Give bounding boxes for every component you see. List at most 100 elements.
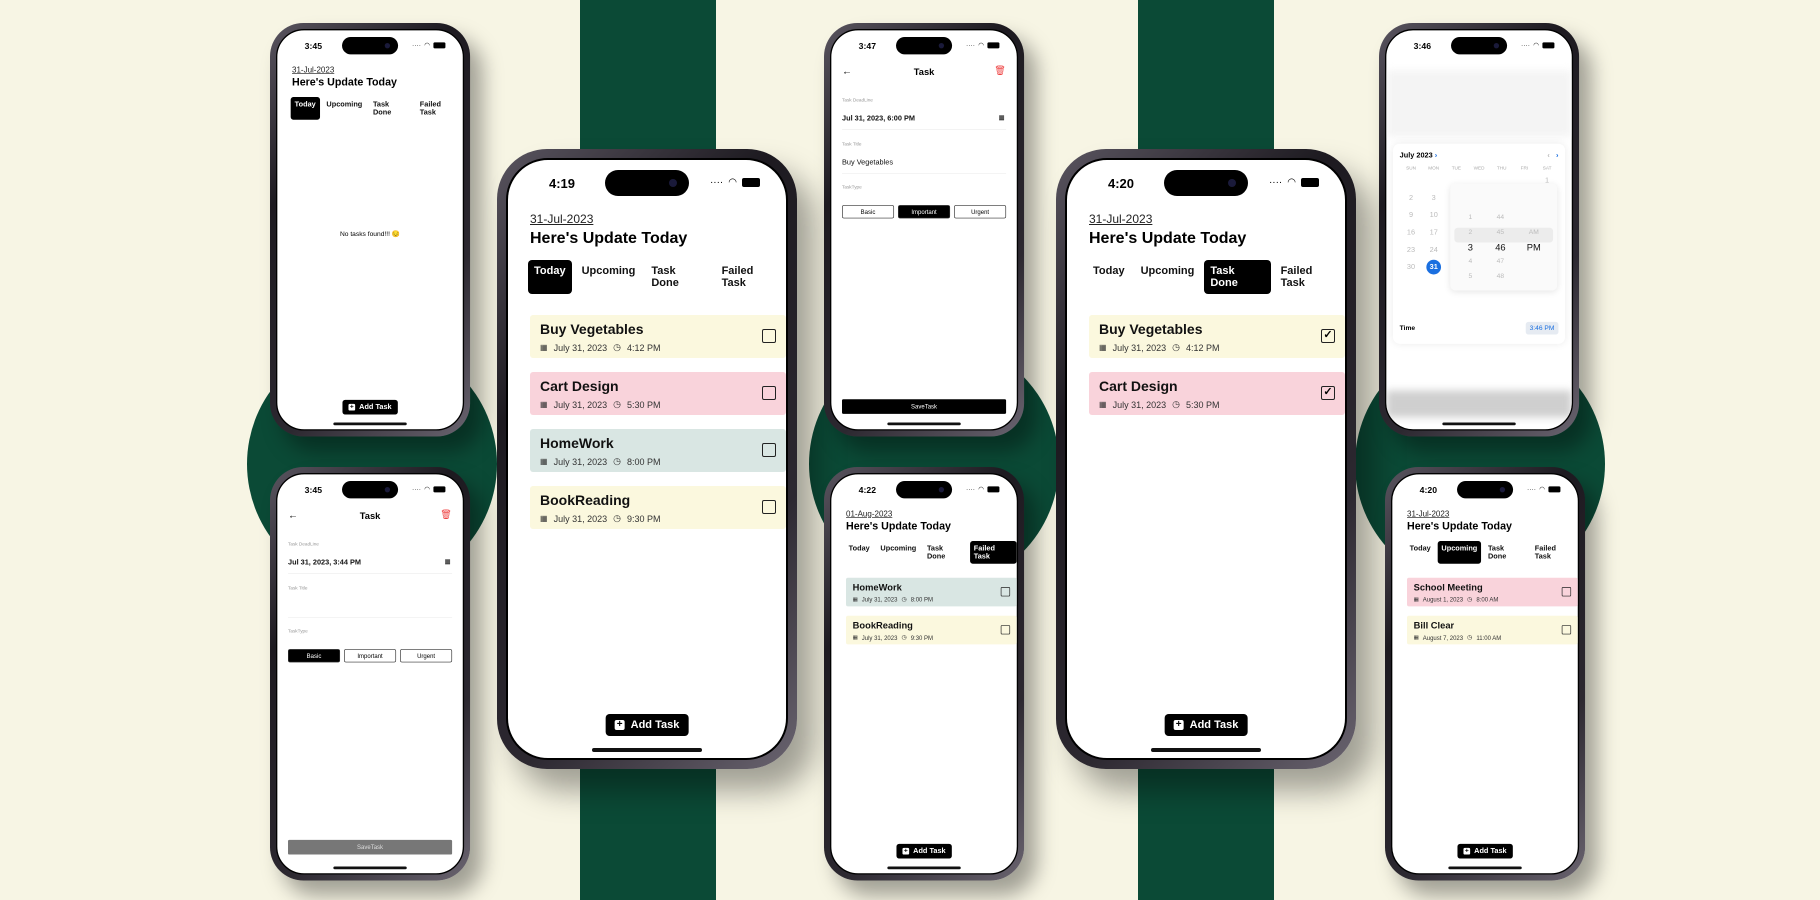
- task-card[interactable]: Cart Design ▦ July 31, 2023 ◷ 5:30 PM ✓: [1089, 372, 1345, 415]
- type-important-button[interactable]: Important: [344, 649, 397, 663]
- tab-upcoming[interactable]: Upcoming: [876, 541, 920, 564]
- task-checkbox[interactable]: [1561, 587, 1572, 597]
- current-date: 01-Aug-2023: [846, 509, 893, 519]
- tab-today[interactable]: Today: [1406, 541, 1435, 564]
- add-task-button[interactable]: + Add Task: [896, 843, 952, 859]
- task-type-label: TaskType: [288, 629, 308, 634]
- tab-today[interactable]: Today: [845, 541, 874, 564]
- task-card[interactable]: BookReading ▦ July 31, 2023 ◷ 9:30 PM: [530, 486, 786, 529]
- divider: [842, 173, 1007, 174]
- tab-today[interactable]: Today: [1087, 260, 1131, 294]
- add-task-button[interactable]: + Add Task: [605, 714, 689, 736]
- add-task-button[interactable]: + Add Task: [342, 399, 398, 415]
- task-date: July 31, 2023: [553, 456, 608, 467]
- time-picker-wheel[interactable]: 1 2 3 4 5 44 45 46 47 48 AM PM: [1450, 183, 1558, 291]
- add-task-button[interactable]: + Add Task: [1164, 714, 1248, 736]
- month-selector[interactable]: July 2023 ›: [1400, 152, 1438, 160]
- signal-icon: ····: [1527, 485, 1536, 494]
- task-checkbox[interactable]: ✓: [1321, 329, 1335, 343]
- tab-bar: Today Upcoming Task Done Failed Task: [1406, 541, 1578, 564]
- deadline-field[interactable]: Jul 31, 2023, 3:44 PM: [288, 558, 361, 566]
- task-date: July 31, 2023: [553, 513, 608, 524]
- day-cell[interactable]: 30: [1400, 263, 1423, 274]
- tab-task-done[interactable]: Task Done: [1204, 260, 1271, 294]
- tab-failed-task[interactable]: Failed Task: [416, 97, 463, 120]
- tab-upcoming[interactable]: Upcoming: [1135, 260, 1201, 294]
- add-task-button[interactable]: + Add Task: [1457, 843, 1513, 859]
- picker-value: 3: [1467, 241, 1473, 253]
- save-task-button[interactable]: SaveTask: [842, 399, 1007, 414]
- day-cell[interactable]: 23: [1400, 246, 1423, 254]
- weekday: MON: [1428, 166, 1440, 172]
- tab-upcoming[interactable]: Upcoming: [322, 97, 366, 120]
- tab-task-done[interactable]: Task Done: [645, 260, 711, 294]
- picker-column-hours[interactable]: 1 2 3 4 5: [1457, 210, 1484, 283]
- status-icons: ···· ◠: [966, 486, 1000, 493]
- calendar-icon[interactable]: ▦: [444, 558, 450, 565]
- task-title-input[interactable]: Buy Vegetables: [842, 158, 909, 167]
- task-checkbox[interactable]: [1000, 587, 1011, 597]
- day-cell[interactable]: 2: [1400, 194, 1423, 202]
- task-checkbox[interactable]: [762, 500, 776, 514]
- task-card[interactable]: HomeWork ▦ July 31, 2023 ◷ 8:00 PM: [846, 577, 1017, 607]
- type-important-button[interactable]: Important: [898, 205, 951, 219]
- signal-icon: ····: [412, 485, 421, 494]
- tab-failed-task[interactable]: Failed Task: [1275, 260, 1345, 294]
- type-basic-button[interactable]: Basic: [842, 205, 895, 219]
- task-card[interactable]: School Meeting ▦ August 1, 2023 ◷ 8:00 AM: [1407, 577, 1578, 607]
- tab-today[interactable]: Today: [290, 97, 320, 120]
- picker-column-minutes[interactable]: 44 45 46 47 48: [1487, 210, 1514, 283]
- tab-task-done[interactable]: Task Done: [369, 97, 413, 120]
- prev-month-icon[interactable]: ‹: [1547, 152, 1549, 160]
- time-value-button[interactable]: 3:46 PM: [1525, 321, 1559, 335]
- calendar-icon[interactable]: ▦: [998, 114, 1004, 121]
- task-time: 5:30 PM: [1185, 399, 1220, 410]
- task-card[interactable]: Cart Design ▦ July 31, 2023 ◷ 5:30 PM: [530, 372, 786, 415]
- task-checkbox[interactable]: [1000, 625, 1011, 635]
- day-cell[interactable]: 9: [1400, 211, 1423, 219]
- tab-failed-task[interactable]: Failed Task: [1531, 541, 1578, 564]
- status-time: 4:20: [1419, 485, 1438, 496]
- task-checkbox[interactable]: ✓: [1321, 386, 1335, 400]
- tab-today[interactable]: Today: [528, 260, 572, 294]
- status-time: 4:19: [548, 176, 576, 191]
- save-task-button[interactable]: SaveTask: [288, 839, 453, 855]
- type-urgent-button[interactable]: Urgent: [400, 649, 453, 663]
- date-picker-card: July 2023 › ‹ › SUN MON TUE WED THU FRI SAT 1 2 3 9 1…: [1393, 143, 1566, 344]
- tab-upcoming[interactable]: Upcoming: [576, 260, 642, 294]
- tab-task-done[interactable]: Task Done: [1484, 541, 1528, 564]
- next-month-icon[interactable]: ›: [1556, 152, 1558, 160]
- tab-upcoming[interactable]: Upcoming: [1437, 541, 1482, 564]
- day-cell[interactable]: 3: [1422, 194, 1445, 202]
- task-checkbox[interactable]: [762, 386, 776, 400]
- trash-icon[interactable]: 🗑: [440, 509, 452, 520]
- tab-failed-task[interactable]: Failed Task: [716, 260, 786, 294]
- deadline-field[interactable]: Jul 31, 2023, 6:00 PM: [842, 114, 915, 122]
- task-card[interactable]: Buy Vegetables ▦ July 31, 2023 ◷ 4:12 PM: [530, 315, 786, 358]
- battery-icon: [433, 486, 446, 493]
- task-card[interactable]: Bill Clear ▦ August 7, 2023 ◷ 11:00 AM: [1407, 615, 1578, 645]
- task-card[interactable]: HomeWork ▦ July 31, 2023 ◷ 8:00 PM: [530, 429, 786, 472]
- status-icons: ···· ◠: [710, 177, 760, 188]
- selected-day[interactable]: 31: [1426, 259, 1442, 275]
- task-time: 8:00 PM: [626, 456, 661, 467]
- type-basic-button[interactable]: Basic: [288, 649, 341, 663]
- task-checkbox[interactable]: [762, 329, 776, 343]
- day-cell[interactable]: 10: [1422, 211, 1445, 219]
- trash-icon[interactable]: 🗑: [994, 65, 1006, 76]
- day-cell[interactable]: 17: [1422, 228, 1445, 236]
- task-card[interactable]: BookReading ▦ July 31, 2023 ◷ 9:30 PM: [846, 615, 1017, 645]
- picker-column-period[interactable]: AM PM: [1520, 225, 1547, 254]
- month-label: July 2023: [1399, 151, 1433, 160]
- tab-task-done[interactable]: Task Done: [923, 541, 967, 564]
- type-urgent-button[interactable]: Urgent: [954, 205, 1007, 219]
- task-checkbox[interactable]: [762, 443, 776, 457]
- task-checkbox[interactable]: [1561, 625, 1572, 635]
- tab-failed-task[interactable]: Failed Task: [969, 541, 1017, 564]
- task-title-input[interactable]: [288, 602, 355, 611]
- task-card[interactable]: Buy Vegetables ▦ July 31, 2023 ◷ 4:12 PM ✓: [1089, 315, 1345, 358]
- clock-icon: ◷: [1172, 342, 1180, 352]
- dynamic-island: [896, 37, 953, 55]
- day-cell[interactable]: 24: [1422, 246, 1445, 254]
- day-cell[interactable]: 16: [1400, 228, 1423, 236]
